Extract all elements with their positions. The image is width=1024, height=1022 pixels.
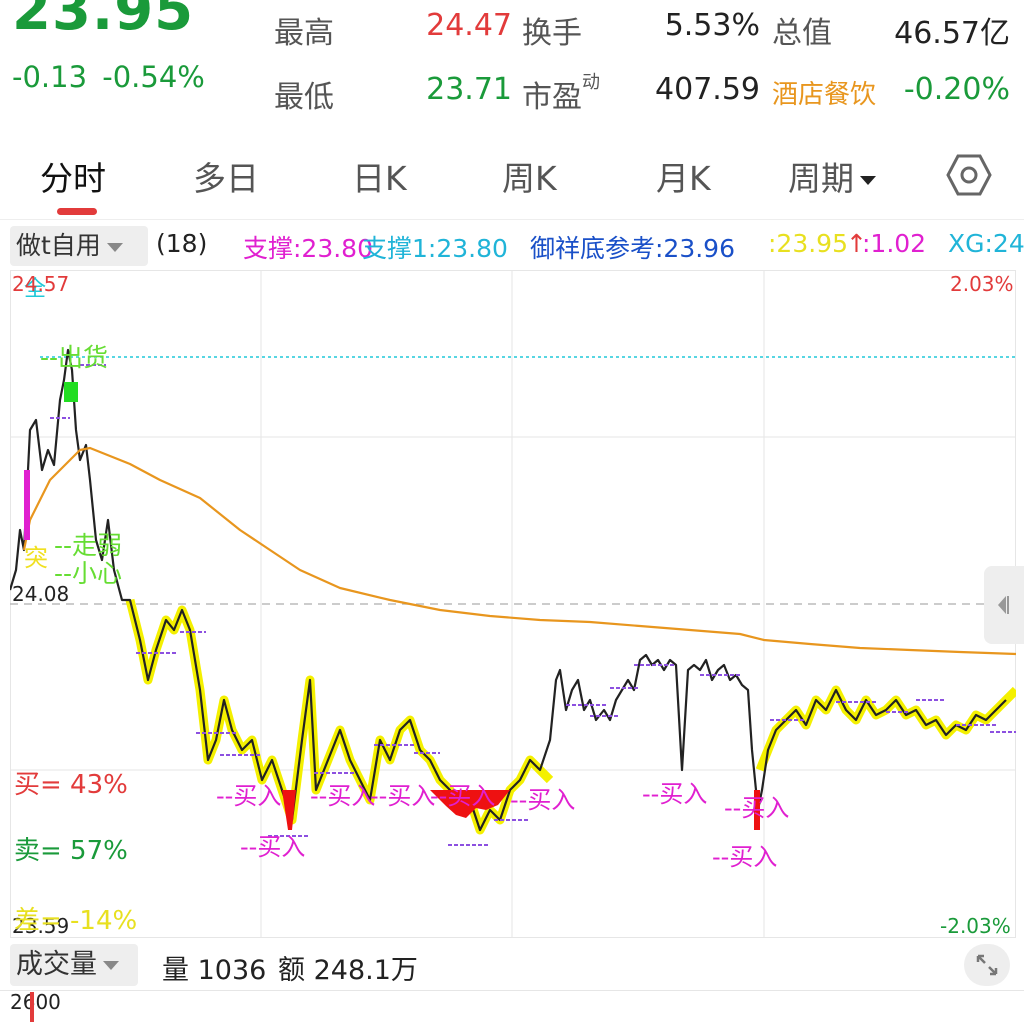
mktcap-value: 46.57亿 xyxy=(894,16,1010,51)
indicator-xg: XG:24 xyxy=(948,229,1024,258)
side-drawer-handle[interactable] xyxy=(984,566,1024,644)
turnover-value: 5.53% xyxy=(664,8,760,43)
pe-label-text: 市盈 xyxy=(522,80,582,115)
indicator-extra1: :23.95 xyxy=(768,229,848,258)
high-value: 24.47 xyxy=(426,8,512,43)
high-label: 最高 xyxy=(274,16,334,51)
tab-intraday[interactable]: 分时 xyxy=(40,152,106,200)
tab-monthly-k[interactable]: 月K xyxy=(656,152,711,200)
weak-tag: --走弱 xyxy=(54,531,122,560)
buy-tag: --买入 xyxy=(240,833,305,861)
volume-bar-mark xyxy=(30,992,34,1022)
buy-tag: --买入 xyxy=(216,782,281,810)
sell-zone xyxy=(64,382,78,402)
buy-tag: --买入 xyxy=(642,780,707,808)
volume-bar: 成交量 量 1036 额 248.1万 xyxy=(0,944,1024,988)
tab-period-label: 周期 xyxy=(788,159,854,198)
sector-label[interactable]: 酒店餐饮 xyxy=(772,74,876,111)
tab-weekly-k[interactable]: 周K xyxy=(502,152,557,200)
expand-icon xyxy=(976,954,998,976)
signal-tags: --出货 --走弱 --小心 xyxy=(40,343,122,588)
indicator-dropdown[interactable]: 做t自用 xyxy=(10,226,148,266)
chevron-down-icon xyxy=(860,176,876,185)
price-change-row: -0.13 -0.54% xyxy=(12,60,205,94)
price-axis-top: 24.57 xyxy=(12,272,70,296)
settings-hexagon-icon[interactable] xyxy=(946,152,992,198)
buy-tag: --买入 xyxy=(724,794,789,822)
amount-value: 额 248.1万 xyxy=(278,955,418,986)
volume-axis-top: 2600 xyxy=(10,990,61,1014)
chevron-left-icon xyxy=(998,596,1009,614)
ship-tag: --出货 xyxy=(40,343,108,372)
indicator-support: 支撑:23.80 xyxy=(243,234,373,263)
tab-period[interactable]: 周期 xyxy=(788,152,876,200)
turnover-label: 换手 xyxy=(522,16,582,51)
tab-daily-k[interactable]: 日K xyxy=(352,152,407,200)
volume-dropdown[interactable]: 成交量 xyxy=(10,944,138,986)
price-change-pct: -0.54% xyxy=(102,60,205,94)
buy-tag: --买入 xyxy=(370,782,435,810)
price-change: -0.13 xyxy=(12,60,88,94)
sell-ratio: 卖= 57% xyxy=(14,836,128,866)
indicator-param: (18) xyxy=(156,229,208,258)
buy-tag: --买入 xyxy=(310,782,375,810)
buy-tag: --买入 xyxy=(712,843,777,871)
diff-ratio: 差= -14% xyxy=(14,906,138,936)
price-axis-mid: 24.08 xyxy=(12,582,70,606)
buy-ratio: 买= 43% xyxy=(14,770,128,800)
breakout-tag: 突 xyxy=(24,544,48,572)
low-value: 23.71 xyxy=(426,72,512,107)
indicator-support1: 支撑1:23.80 xyxy=(362,234,508,263)
low-label: 最低 xyxy=(274,80,334,115)
volume-value: 量 1036 xyxy=(162,955,267,986)
indicator-bar: 做t自用 (18) 支撑:23.80 支撑1:23.80 御祥底参考:23.96… xyxy=(0,226,1024,266)
pct-axis-top: 2.03% xyxy=(950,272,1014,296)
volume-grid-line xyxy=(0,990,1024,991)
price-line xyxy=(8,348,1007,832)
pe-label: 市盈动 xyxy=(522,72,600,116)
tab-multi-day[interactable]: 多日 xyxy=(193,152,259,200)
current-price: 23.95 xyxy=(12,0,195,43)
mktcap-label: 总值 xyxy=(772,16,832,51)
pct-axis-bottom: -2.03% xyxy=(940,914,1011,938)
chevron-down-icon xyxy=(103,961,119,970)
breakout-bar xyxy=(24,470,30,540)
intraday-chart-svg: --买入 --买入 --买入 --买入 --买入 --买入 --买入 --买入 … xyxy=(8,270,1020,938)
pe-label-sup: 动 xyxy=(582,72,600,93)
expand-button[interactable] xyxy=(964,944,1010,986)
indicator-reference: 御祥底参考:23.96 xyxy=(530,234,735,263)
indicator-dropdown-label: 做t自用 xyxy=(16,231,101,260)
buy-tag: --买入 xyxy=(510,786,575,814)
intraday-chart[interactable]: --买入 --买入 --买入 --买入 --买入 --买入 --买入 --买入 … xyxy=(8,270,1020,938)
active-tab-indicator xyxy=(57,208,97,215)
highlight-band-right xyxy=(755,685,1020,772)
chevron-down-icon xyxy=(106,242,123,252)
period-tabs: 分时 多日 日K 周K 月K 周期 xyxy=(0,130,1024,220)
buy-tag: --买入 xyxy=(430,782,495,810)
indicator-extra2: :1.02 xyxy=(862,229,927,258)
volume-dropdown-label: 成交量 xyxy=(16,949,97,980)
sector-value: -0.20% xyxy=(903,72,1010,107)
pe-value: 407.59 xyxy=(655,72,760,107)
